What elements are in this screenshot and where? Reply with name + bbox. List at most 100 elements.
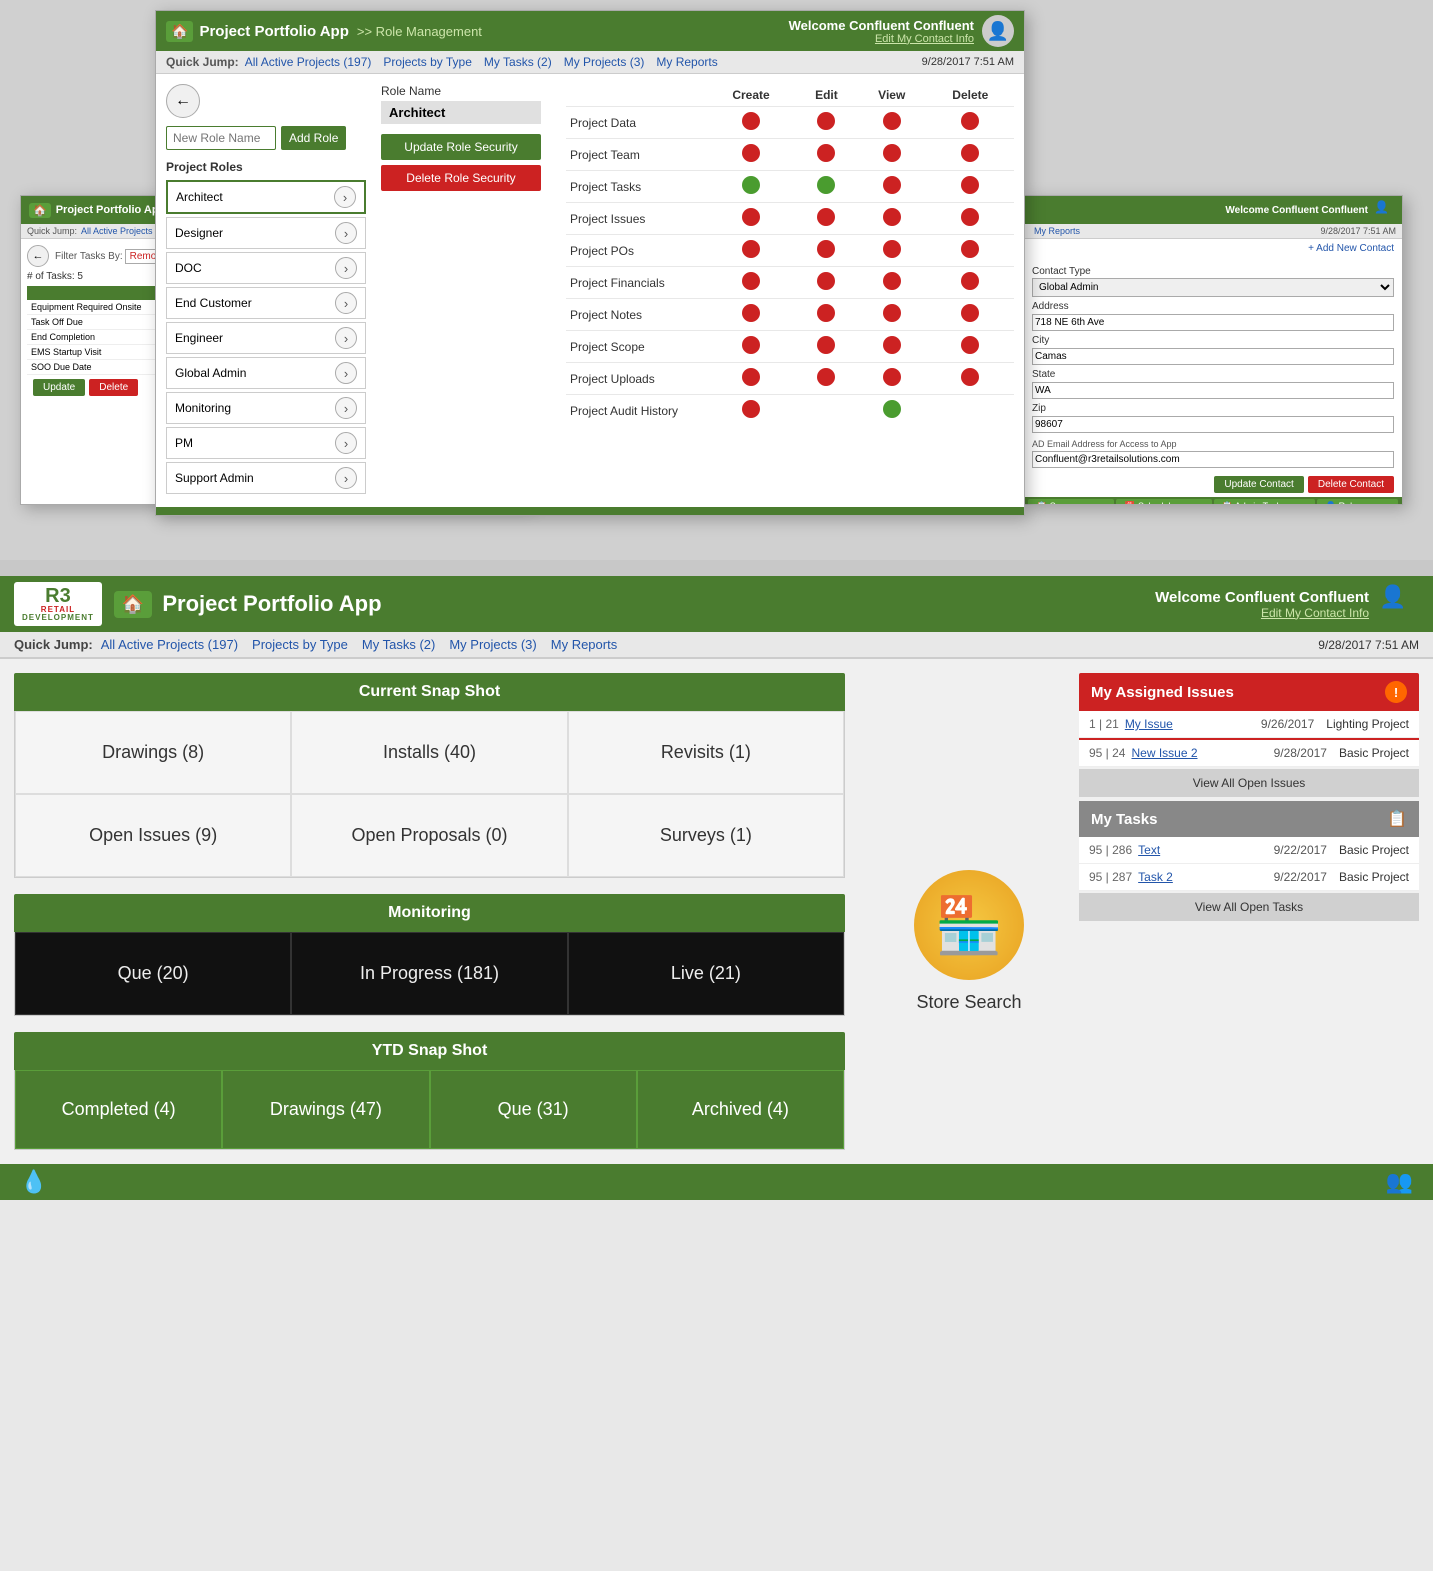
bottom-app-header: R3 RETAIL DEVELOPMENT 🏠 Project Portfoli…	[0, 576, 1433, 632]
logo-r3: R3	[45, 586, 71, 606]
nav-my-tasks-role[interactable]: My Tasks (2)	[484, 55, 552, 69]
state-label: State	[1032, 369, 1394, 380]
issue-link-2[interactable]: New Issue 2	[1131, 746, 1197, 760]
role-arrow-doc: ›	[335, 257, 357, 279]
bottom-nav-projects-type[interactable]: Projects by Type	[252, 637, 348, 652]
perm-col-view: View	[857, 84, 927, 107]
tab-schedule-management[interactable]: 📅 Schedule Management	[1116, 499, 1211, 505]
role-item-designer[interactable]: Designer ›	[166, 217, 366, 249]
role-name-global-admin: Global Admin	[175, 366, 246, 380]
delete-role-security-button[interactable]: Delete Role Security	[381, 165, 541, 191]
ytd-archived[interactable]: Archived (4)	[637, 1070, 844, 1149]
dot-project-uploads-view	[883, 368, 901, 386]
new-role-row: Add Role	[166, 126, 366, 150]
perm-row-project-notes: Project Notes	[566, 299, 1014, 331]
snap-installs[interactable]: Installs (40)	[291, 711, 567, 794]
task-update-button[interactable]: Update	[33, 379, 85, 396]
role-arrow-designer: ›	[335, 222, 357, 244]
bottom-nav-my-tasks[interactable]: My Tasks (2)	[362, 637, 435, 652]
nav-my-reports-role[interactable]: My Reports	[656, 55, 717, 69]
task-delete-button[interactable]: Delete	[89, 379, 138, 396]
bottom-nav: Quick Jump: All Active Projects (197) Pr…	[0, 632, 1433, 659]
home-icon-bottom[interactable]: 🏠	[114, 591, 152, 618]
add-contact-button[interactable]: + Add New Contact	[1024, 239, 1402, 258]
back-button-role[interactable]: ←	[166, 84, 200, 118]
ytd-drawings[interactable]: Drawings (47)	[222, 1070, 429, 1149]
snap-open-proposals[interactable]: Open Proposals (0)	[291, 794, 567, 877]
bottom-section: R3 RETAIL DEVELOPMENT 🏠 Project Portfoli…	[0, 576, 1433, 1200]
dot-project-notes-edit	[817, 304, 835, 322]
role-settings-panel: Role Name Architect Update Role Security…	[381, 84, 551, 497]
nav-my-projects-role[interactable]: My Projects (3)	[564, 55, 645, 69]
role-item-engineer[interactable]: Engineer ›	[166, 322, 366, 354]
nav-projects-type-role[interactable]: Projects by Type	[383, 55, 472, 69]
email-input[interactable]	[1032, 451, 1394, 468]
bottom-nav-all-active[interactable]: All Active Projects (197)	[101, 637, 238, 652]
perm-row-audit-history: Project Audit History	[566, 395, 1014, 427]
role-name-doc: DOC	[175, 261, 202, 275]
contact-my-reports-link[interactable]: My Reports	[1034, 226, 1080, 236]
role-item-global-admin[interactable]: Global Admin ›	[166, 357, 366, 389]
role-item-support-admin[interactable]: Support Admin ›	[166, 462, 366, 494]
perm-row-project-data: Project Data	[566, 107, 1014, 139]
water-drop-icon: 💧	[20, 1169, 47, 1195]
role-item-doc[interactable]: DOC ›	[166, 252, 366, 284]
monitoring-header: Monitoring	[14, 894, 845, 932]
task-link-2[interactable]: Task 2	[1138, 870, 1173, 884]
role-arrow-pm: ›	[335, 432, 357, 454]
role-item-monitoring[interactable]: Monitoring ›	[166, 392, 366, 424]
dot-project-pos-delete	[961, 240, 979, 258]
issue-proj-1: Lighting Project	[1326, 717, 1409, 731]
tab-admin-task-management[interactable]: 📋 Admin Task Management	[1214, 499, 1315, 505]
bottom-quick-jump: Quick Jump:	[14, 637, 93, 652]
task-link-1[interactable]: Text	[1138, 843, 1160, 857]
bottom-edit-contact[interactable]: Edit My Contact Info	[1155, 606, 1369, 620]
role-item-end-customer[interactable]: End Customer ›	[166, 287, 366, 319]
tab-scope-management[interactable]: 📋 Scope Management	[1028, 499, 1114, 505]
bottom-nav-my-reports[interactable]: My Reports	[551, 637, 617, 652]
dot-project-scope-create	[742, 336, 760, 354]
new-role-input[interactable]	[166, 126, 276, 150]
bottom-nav-my-projects[interactable]: My Projects (3)	[449, 637, 536, 652]
update-role-security-button[interactable]: Update Role Security	[381, 134, 541, 160]
add-role-button[interactable]: Add Role	[281, 126, 346, 150]
snap-surveys[interactable]: Surveys (1)	[568, 794, 844, 877]
contact-welcome: Welcome Confluent Confluent	[1225, 205, 1368, 216]
delete-contact-button[interactable]: Delete Contact	[1308, 476, 1394, 493]
store-search-icon[interactable]: 🏪	[914, 870, 1024, 980]
snap-revisits[interactable]: Revisits (1)	[568, 711, 844, 794]
role-item-architect[interactable]: Architect ›	[166, 180, 366, 214]
tab-role-management[interactable]: 👤 Role Management	[1317, 499, 1398, 505]
role-management-window: 🏠 Project Portfolio App >> Role Manageme…	[155, 10, 1025, 516]
ytd-que[interactable]: Que (31)	[430, 1070, 637, 1149]
role-item-pm[interactable]: PM ›	[166, 427, 366, 459]
task-back-button[interactable]: ←	[27, 245, 49, 267]
snap-drawings[interactable]: Drawings (8)	[15, 711, 291, 794]
role-arrow-end-customer: ›	[335, 292, 357, 314]
contact-type-select[interactable]: Global Admin	[1032, 278, 1394, 297]
contact-datetime: 9/28/2017 7:51 AM	[1320, 226, 1396, 236]
city-input[interactable]	[1032, 348, 1394, 365]
dot-audit-view	[883, 400, 901, 418]
view-all-tasks-button[interactable]: View All Open Tasks	[1079, 893, 1419, 921]
view-all-issues-button[interactable]: View All Open Issues	[1079, 769, 1419, 797]
home-icon-role[interactable]: 🏠	[166, 21, 193, 42]
monitor-que[interactable]: Que (20)	[15, 932, 291, 1015]
state-input[interactable]	[1032, 382, 1394, 399]
dot-project-data-view	[883, 112, 901, 130]
issue-link-1[interactable]: My Issue	[1125, 717, 1173, 731]
footer-user-icon[interactable]: 👥	[1386, 1169, 1413, 1195]
assigned-issues-title: My Assigned Issues	[1091, 684, 1234, 701]
ytd-completed[interactable]: Completed (4)	[15, 1070, 222, 1149]
address-input[interactable]	[1032, 314, 1394, 331]
monitor-in-progress[interactable]: In Progress (181)	[291, 932, 567, 1015]
dot-project-issues-create	[742, 208, 760, 226]
monitor-live[interactable]: Live (21)	[568, 932, 844, 1015]
update-contact-button[interactable]: Update Contact	[1214, 476, 1304, 493]
zip-input[interactable]	[1032, 416, 1394, 433]
nav-all-active-role[interactable]: All Active Projects (197)	[245, 55, 372, 69]
project-roles-label: Project Roles	[166, 160, 366, 174]
edit-contact-role[interactable]: Edit My Contact Info	[789, 33, 974, 45]
snap-open-issues[interactable]: Open Issues (9)	[15, 794, 291, 877]
dot-project-scope-delete	[961, 336, 979, 354]
